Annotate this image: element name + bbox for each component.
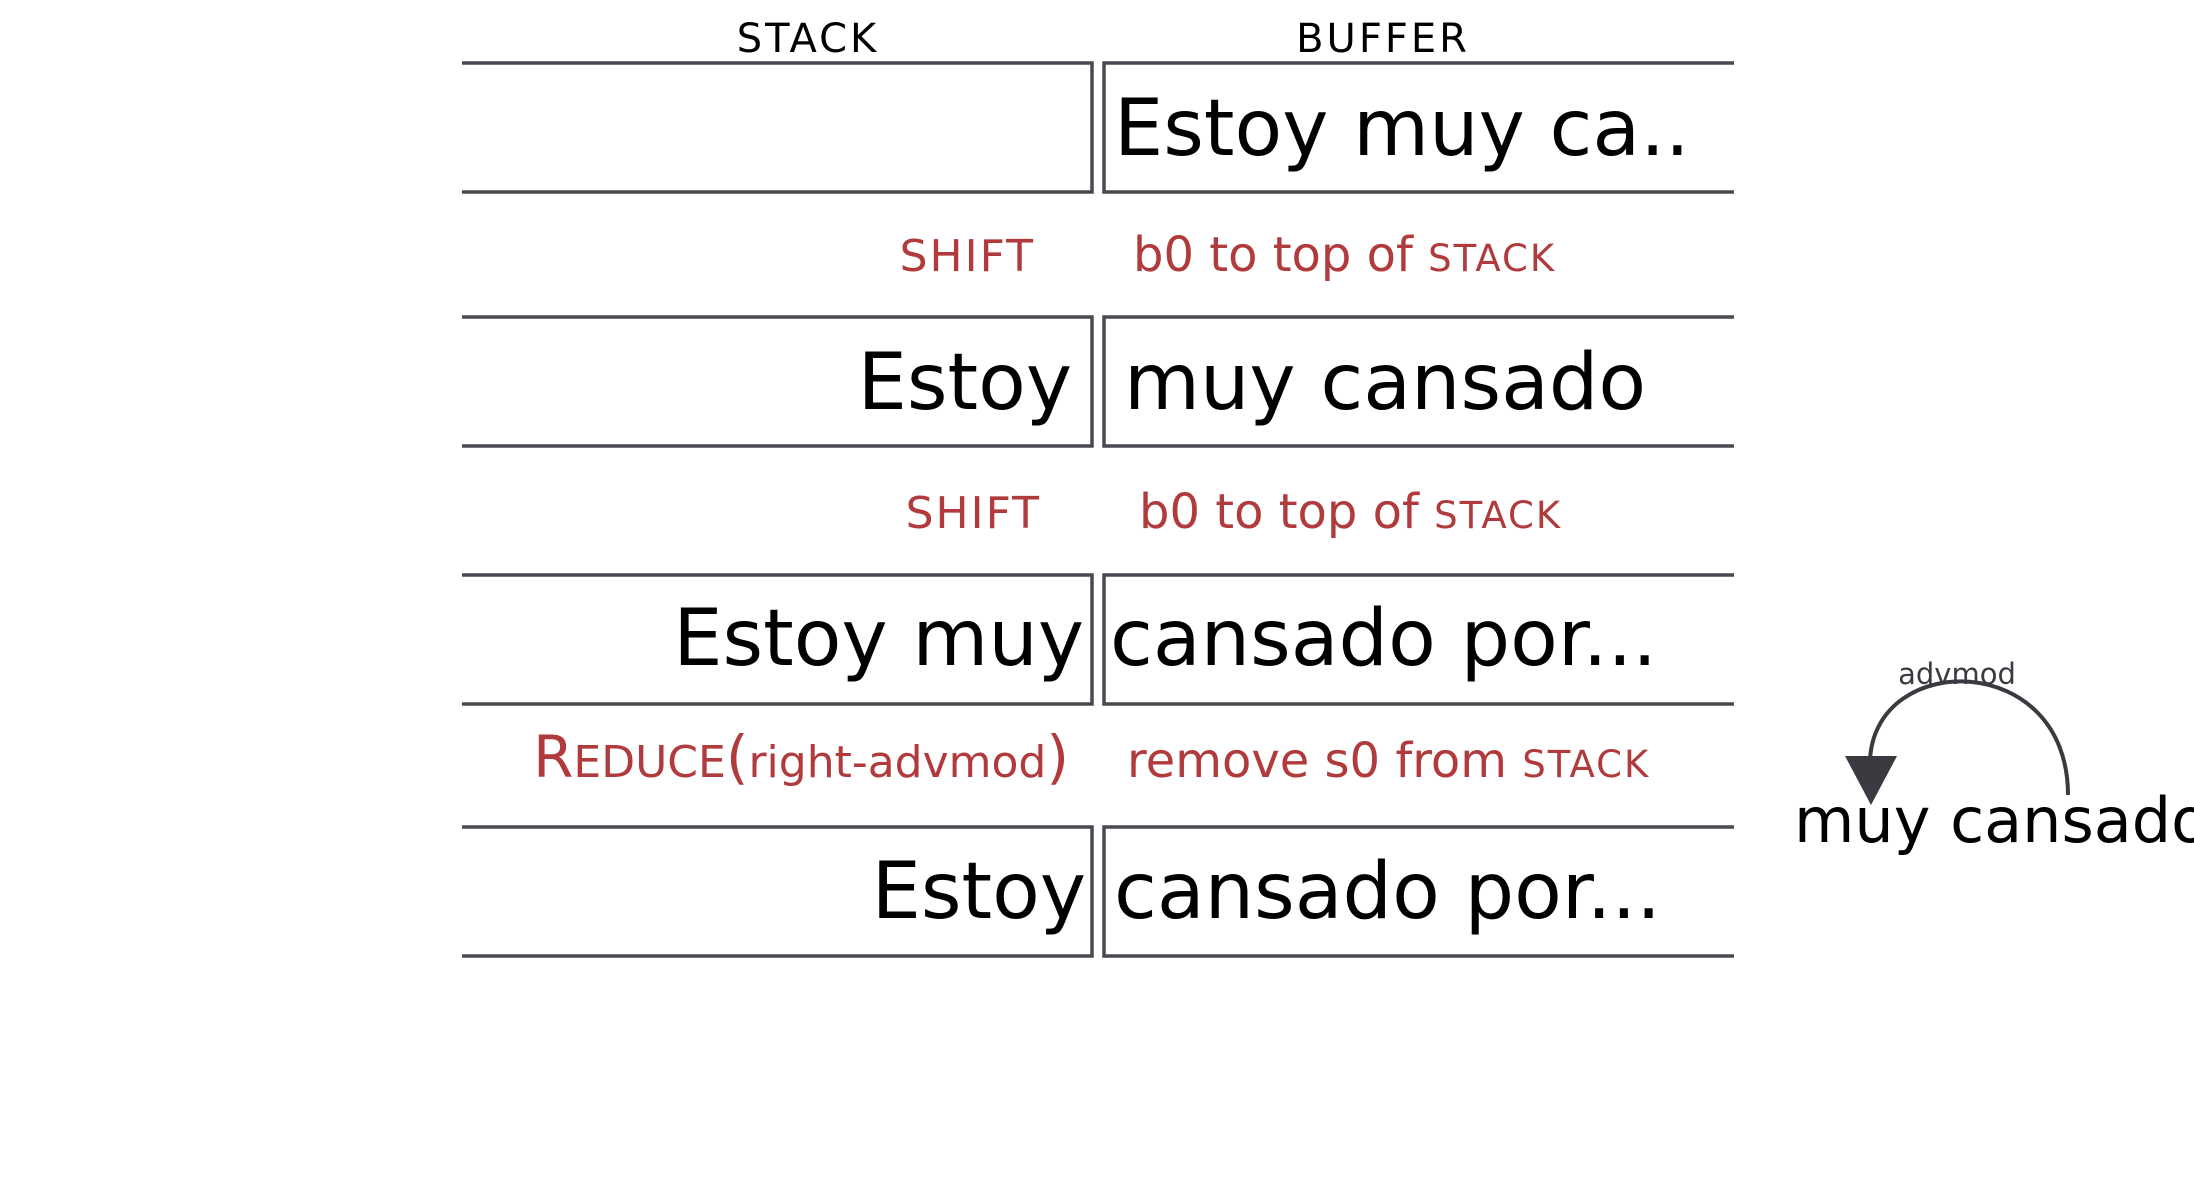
- buffer-text-3: cansado por...: [1114, 847, 1661, 937]
- buffer-text-1: muy cansado: [1124, 338, 1646, 428]
- buffer-text-0: Estoy muy ca..: [1114, 84, 1690, 174]
- buffer-header: BUFFER: [1296, 16, 1470, 62]
- transition-2: REDUCE(right-advmod) remove s0 from STAC…: [533, 723, 1650, 791]
- stack-text-1: Estoy: [858, 338, 1072, 428]
- action-description-1: b0 to top of STACK: [1139, 484, 1562, 540]
- config-row-0: Estoy muy ca..: [462, 61, 1734, 194]
- dependency-arc: advmod muy cansado: [1794, 657, 2194, 857]
- stack-text-3: Estoy: [872, 847, 1086, 937]
- stack-box-0: [462, 61, 1094, 194]
- shift-reduce-diagram: STACK BUFFER Estoy muy ca.. SHIFT b0 to …: [462, 16, 2194, 958]
- transition-0: SHIFT b0 to top of STACK: [900, 227, 1556, 283]
- stack-header: STACK: [737, 16, 880, 62]
- stack-text-2: Estoy muy: [673, 594, 1084, 684]
- config-row-2: Estoy muy cansado por...: [462, 573, 1734, 706]
- action-description-0: b0 to top of STACK: [1133, 227, 1556, 283]
- buffer-text-2: cansado por...: [1110, 594, 1657, 684]
- arc-curve: [1868, 679, 2070, 796]
- config-row-1: Estoy muy cansado: [462, 315, 1734, 448]
- action-label-1: SHIFT: [906, 488, 1041, 539]
- action-description-2: remove s0 from STACK: [1127, 733, 1650, 789]
- config-row-3: Estoy cansado por...: [462, 825, 1734, 958]
- action-label-2: REDUCE(right-advmod): [533, 723, 1069, 791]
- action-label-0: SHIFT: [900, 231, 1035, 282]
- transition-1: SHIFT b0 to top of STACK: [906, 484, 1562, 540]
- arc-label: advmod: [1898, 657, 2016, 691]
- arc-phrase: muy cansado: [1794, 784, 2194, 857]
